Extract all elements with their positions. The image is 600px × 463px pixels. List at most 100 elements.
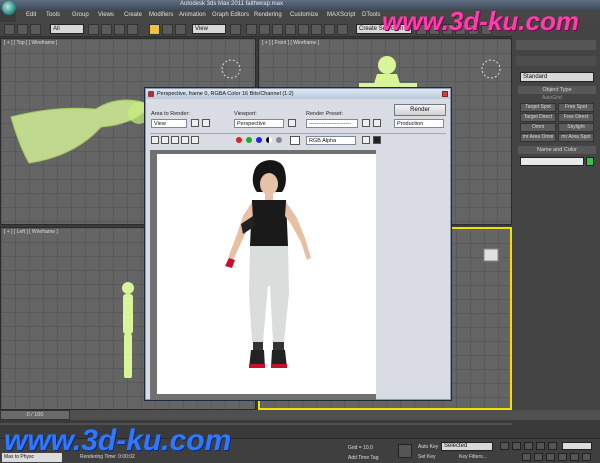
green-channel-icon[interactable] — [246, 137, 252, 143]
menu-dtools[interactable]: DTools — [362, 12, 380, 18]
auto-key-button[interactable]: Auto Key — [418, 444, 438, 450]
auto-region-icon[interactable] — [202, 119, 210, 127]
redo-icon[interactable] — [17, 24, 28, 35]
print-image-icon[interactable] — [181, 136, 189, 144]
render-button[interactable]: Render — [394, 104, 446, 116]
area-to-render-dropdown[interactable]: View — [151, 119, 187, 128]
key-filters-button[interactable]: Key Filters... — [459, 454, 487, 460]
target-direct-button[interactable]: Target Direct — [520, 113, 556, 122]
edit-region-icon[interactable] — [191, 119, 199, 127]
toggle-ui-icon[interactable] — [373, 136, 381, 144]
target-spot-button[interactable]: Target Spot — [520, 103, 556, 112]
select-object-icon[interactable] — [88, 24, 99, 35]
menu-graph-editors[interactable]: Graph Editors — [212, 12, 249, 18]
menu-modifiers[interactable]: Modifiers — [149, 12, 173, 18]
move-icon[interactable] — [149, 24, 160, 35]
menu-create[interactable]: Create — [124, 12, 142, 18]
close-icon[interactable] — [442, 91, 448, 97]
render-setup-icon[interactable] — [362, 119, 370, 127]
production-dropdown[interactable]: Production — [394, 119, 444, 128]
rotate-icon[interactable] — [162, 24, 173, 35]
current-frame-field[interactable] — [562, 442, 592, 450]
render-canvas — [150, 150, 376, 400]
render-window-icon — [148, 91, 154, 97]
menu-rendering[interactable]: Rendering — [254, 12, 282, 18]
zoom-icon[interactable] — [522, 453, 531, 461]
key-icon[interactable] — [398, 444, 412, 458]
mr-area-spot-button[interactable]: mr Area Spot — [558, 133, 594, 142]
free-direct-button[interactable]: Free Direct — [558, 113, 594, 122]
command-panel-tabs[interactable] — [516, 40, 596, 50]
menu-customize[interactable]: Customize — [290, 12, 318, 18]
region-select-icon[interactable] — [114, 24, 125, 35]
menu-edit[interactable]: Edit — [26, 12, 36, 18]
previous-frame-icon[interactable] — [512, 442, 521, 450]
omni-button[interactable]: Omni — [520, 123, 556, 132]
object-color-swatch[interactable] — [586, 157, 594, 166]
copy-image-icon[interactable] — [161, 136, 169, 144]
undo-icon[interactable] — [4, 24, 15, 35]
align-icon[interactable] — [311, 24, 322, 35]
app-logo-icon[interactable] — [2, 1, 16, 15]
category-dropdown[interactable]: Standard — [520, 72, 594, 82]
key-mode-dropdown[interactable]: Selected — [441, 442, 493, 451]
play-icon[interactable] — [524, 442, 533, 450]
viewport-dropdown[interactable]: Perspective — [234, 119, 284, 128]
create-category-icons[interactable] — [516, 56, 596, 66]
time-slider[interactable]: 0 / 100 — [0, 410, 600, 420]
window-crossing-icon[interactable] — [127, 24, 138, 35]
toggle-ui-overlay-icon[interactable] — [362, 136, 370, 144]
go-to-end-icon[interactable] — [548, 442, 557, 450]
skylight-button[interactable]: Skylight — [558, 123, 594, 132]
go-to-start-icon[interactable] — [500, 442, 509, 450]
zoom-all-icon[interactable] — [534, 453, 543, 461]
percent-snap-icon[interactable] — [272, 24, 283, 35]
select-by-name-icon[interactable] — [101, 24, 112, 35]
color-swatch[interactable] — [290, 136, 300, 145]
next-frame-icon[interactable] — [536, 442, 545, 450]
pivot-center-icon[interactable] — [230, 24, 241, 35]
set-key-button[interactable]: Set Key — [418, 454, 436, 460]
menu-animation[interactable]: Animation — [179, 12, 206, 18]
menu-group[interactable]: Group — [72, 12, 89, 18]
zoom-extents-icon[interactable] — [546, 453, 555, 461]
graphite-toggle-icon[interactable] — [337, 24, 348, 35]
menu-tools[interactable]: Tools — [46, 12, 60, 18]
area-to-render-label: Area to Render: — [151, 111, 190, 117]
orbit-icon[interactable] — [570, 453, 579, 461]
reference-coordinate-dropdown[interactable]: View — [192, 24, 226, 34]
free-spot-button[interactable]: Free Spot — [558, 103, 594, 112]
alpha-channel-icon[interactable] — [266, 137, 272, 143]
object-type-rollout-header[interactable]: Object Type — [518, 86, 596, 94]
autogrid-checkbox[interactable]: AutoGrid — [542, 95, 562, 101]
command-panel: Standard Object Type AutoGrid Target Spo… — [512, 22, 600, 410]
blue-channel-icon[interactable] — [256, 137, 262, 143]
time-slider-thumb[interactable]: 0 / 100 — [0, 410, 70, 420]
render-preset-dropdown[interactable]: ----------------------- — [306, 119, 358, 128]
maximize-viewport-icon[interactable] — [582, 453, 591, 461]
save-image-icon[interactable] — [151, 136, 159, 144]
link-icon[interactable] — [30, 24, 41, 35]
mr-area-omni-button[interactable]: mr Area Omni — [520, 133, 556, 142]
scale-icon[interactable] — [175, 24, 186, 35]
red-channel-icon[interactable] — [236, 137, 242, 143]
environment-icon[interactable] — [373, 119, 381, 127]
monochrome-icon[interactable] — [276, 137, 282, 143]
display-channel-dropdown[interactable]: RGB Alpha — [306, 136, 356, 145]
angle-snap-icon[interactable] — [259, 24, 270, 35]
spinner-snap-icon[interactable] — [285, 24, 296, 35]
mirror-icon[interactable] — [298, 24, 309, 35]
add-time-tag-button[interactable]: Add Time Tag — [348, 455, 378, 461]
lock-viewport-icon[interactable] — [288, 119, 296, 127]
watermark-bottom: www.3d-ku.com — [4, 424, 232, 457]
selection-filter-dropdown[interactable]: All — [50, 24, 84, 34]
layer-manager-icon[interactable] — [324, 24, 335, 35]
name-color-rollout-header[interactable]: Name and Color — [518, 146, 596, 154]
object-name-field[interactable] — [520, 157, 584, 166]
clear-icon[interactable] — [191, 136, 199, 144]
pan-view-icon[interactable] — [558, 453, 567, 461]
menu-views[interactable]: Views — [98, 12, 114, 18]
snap-toggle-icon[interactable] — [246, 24, 257, 35]
clone-window-icon[interactable] — [171, 136, 179, 144]
menu-maxscript[interactable]: MAXScript — [327, 12, 355, 18]
